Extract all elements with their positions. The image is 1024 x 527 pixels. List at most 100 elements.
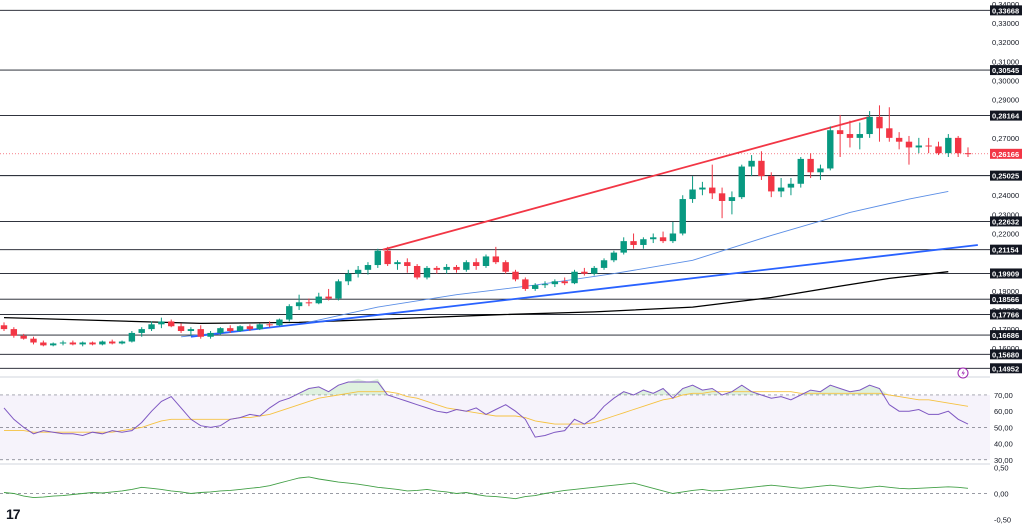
candle: [413, 264, 421, 280]
candle-body: [246, 326, 254, 330]
candle: [659, 231, 667, 244]
candle: [522, 277, 529, 291]
rsi-overbought-fill: [367, 378, 378, 395]
candle-body: [0, 325, 8, 330]
candle: [99, 340, 106, 346]
rsi-tick-label: 40,00: [994, 440, 1013, 449]
candle: [502, 260, 509, 274]
price-tick-label: 0,31000: [992, 57, 1019, 66]
candle-body: [404, 262, 411, 266]
trendline: [190, 244, 978, 338]
candle: [295, 294, 303, 310]
candle-body: [728, 197, 736, 201]
tradingview-logo-icon: 17: [6, 506, 21, 522]
price-tick-label: 0,22000: [992, 229, 1019, 238]
candle: [679, 195, 686, 236]
candle: [787, 178, 795, 196]
candle-body: [89, 342, 96, 345]
candle-body: [128, 332, 136, 342]
candle-body: [49, 343, 57, 346]
candle: [610, 250, 618, 263]
candle: [581, 267, 588, 276]
candle: [817, 164, 824, 180]
candle-body: [895, 137, 903, 142]
candle: [876, 105, 883, 142]
candle: [0, 322, 8, 332]
candle-body: [945, 137, 952, 154]
candle-body: [413, 265, 421, 278]
candle: [433, 265, 441, 274]
candle: [207, 331, 214, 339]
candle-body: [640, 239, 647, 245]
price-tick-label: 0,30000: [992, 76, 1019, 85]
candle-body: [650, 237, 657, 240]
candle-body: [522, 279, 529, 289]
candle: [354, 265, 362, 278]
candle: [905, 135, 913, 165]
candle-body: [472, 262, 480, 266]
momentum-tick-label: 0,00: [994, 490, 1009, 499]
candle-body: [59, 342, 67, 344]
candle: [345, 269, 352, 286]
candle-body: [217, 328, 224, 333]
candle-body: [738, 166, 745, 198]
rsi-tick-label: 50,00: [994, 423, 1013, 432]
candle-body: [177, 326, 185, 332]
candle-body: [315, 296, 322, 304]
candle: [561, 277, 568, 286]
candle-body: [827, 130, 834, 169]
candle-body: [817, 168, 824, 173]
candle: [364, 262, 372, 275]
candle: [148, 321, 155, 332]
candle-body: [20, 335, 27, 339]
candle: [374, 248, 381, 268]
candle-body: [905, 141, 913, 148]
candle-body: [109, 341, 116, 344]
candle: [286, 304, 293, 322]
level-badge-label: 0,14952: [992, 364, 1019, 373]
candle: [40, 340, 47, 347]
candle-body: [99, 341, 106, 345]
candle-body: [915, 145, 923, 148]
candle-body: [325, 296, 332, 299]
chart[interactable]: 0,340000,330000,320000,310000,300000,290…: [0, 0, 1024, 527]
candle: [394, 260, 401, 270]
level-badge-label: 0,15680: [992, 350, 1019, 359]
candle: [571, 269, 578, 285]
price-tick-label: 0,27000: [992, 134, 1019, 143]
candle-body: [384, 250, 391, 265]
price-tick-label: 0,33000: [992, 19, 1019, 28]
candle-body: [492, 256, 500, 263]
candle: [758, 151, 765, 180]
candle-body: [610, 252, 618, 261]
candle-body: [866, 116, 873, 135]
candle: [158, 317, 165, 329]
level-badge-label: 0,17766: [992, 310, 1019, 319]
trendline: [382, 115, 870, 251]
candle-body: [30, 338, 37, 343]
rsi-tick-label: 60,00: [994, 407, 1013, 416]
candle: [748, 155, 755, 177]
candle: [49, 342, 57, 347]
candle: [236, 325, 244, 332]
candle: [89, 341, 96, 346]
rsi-overbought-fill: [358, 378, 368, 395]
candle-body: [797, 158, 804, 184]
rsi-panel: [0, 378, 990, 461]
candle: [118, 340, 126, 345]
candle-body: [856, 134, 863, 138]
candle-body: [138, 329, 145, 333]
candle: [945, 134, 952, 157]
candle-body: [581, 271, 588, 274]
candle: [168, 319, 175, 328]
alert-icon[interactable]: [957, 367, 969, 379]
candle-body: [394, 262, 401, 265]
candle: [620, 237, 627, 255]
candle: [738, 164, 745, 200]
candle: [964, 147, 972, 157]
candle-body: [777, 187, 785, 192]
candlesticks[interactable]: [0, 105, 972, 347]
candle-body: [354, 269, 362, 274]
price-axis[interactable]: 0,340000,330000,320000,310000,300000,290…: [990, 0, 1022, 524]
price-tick-label: 0,29000: [992, 96, 1019, 105]
